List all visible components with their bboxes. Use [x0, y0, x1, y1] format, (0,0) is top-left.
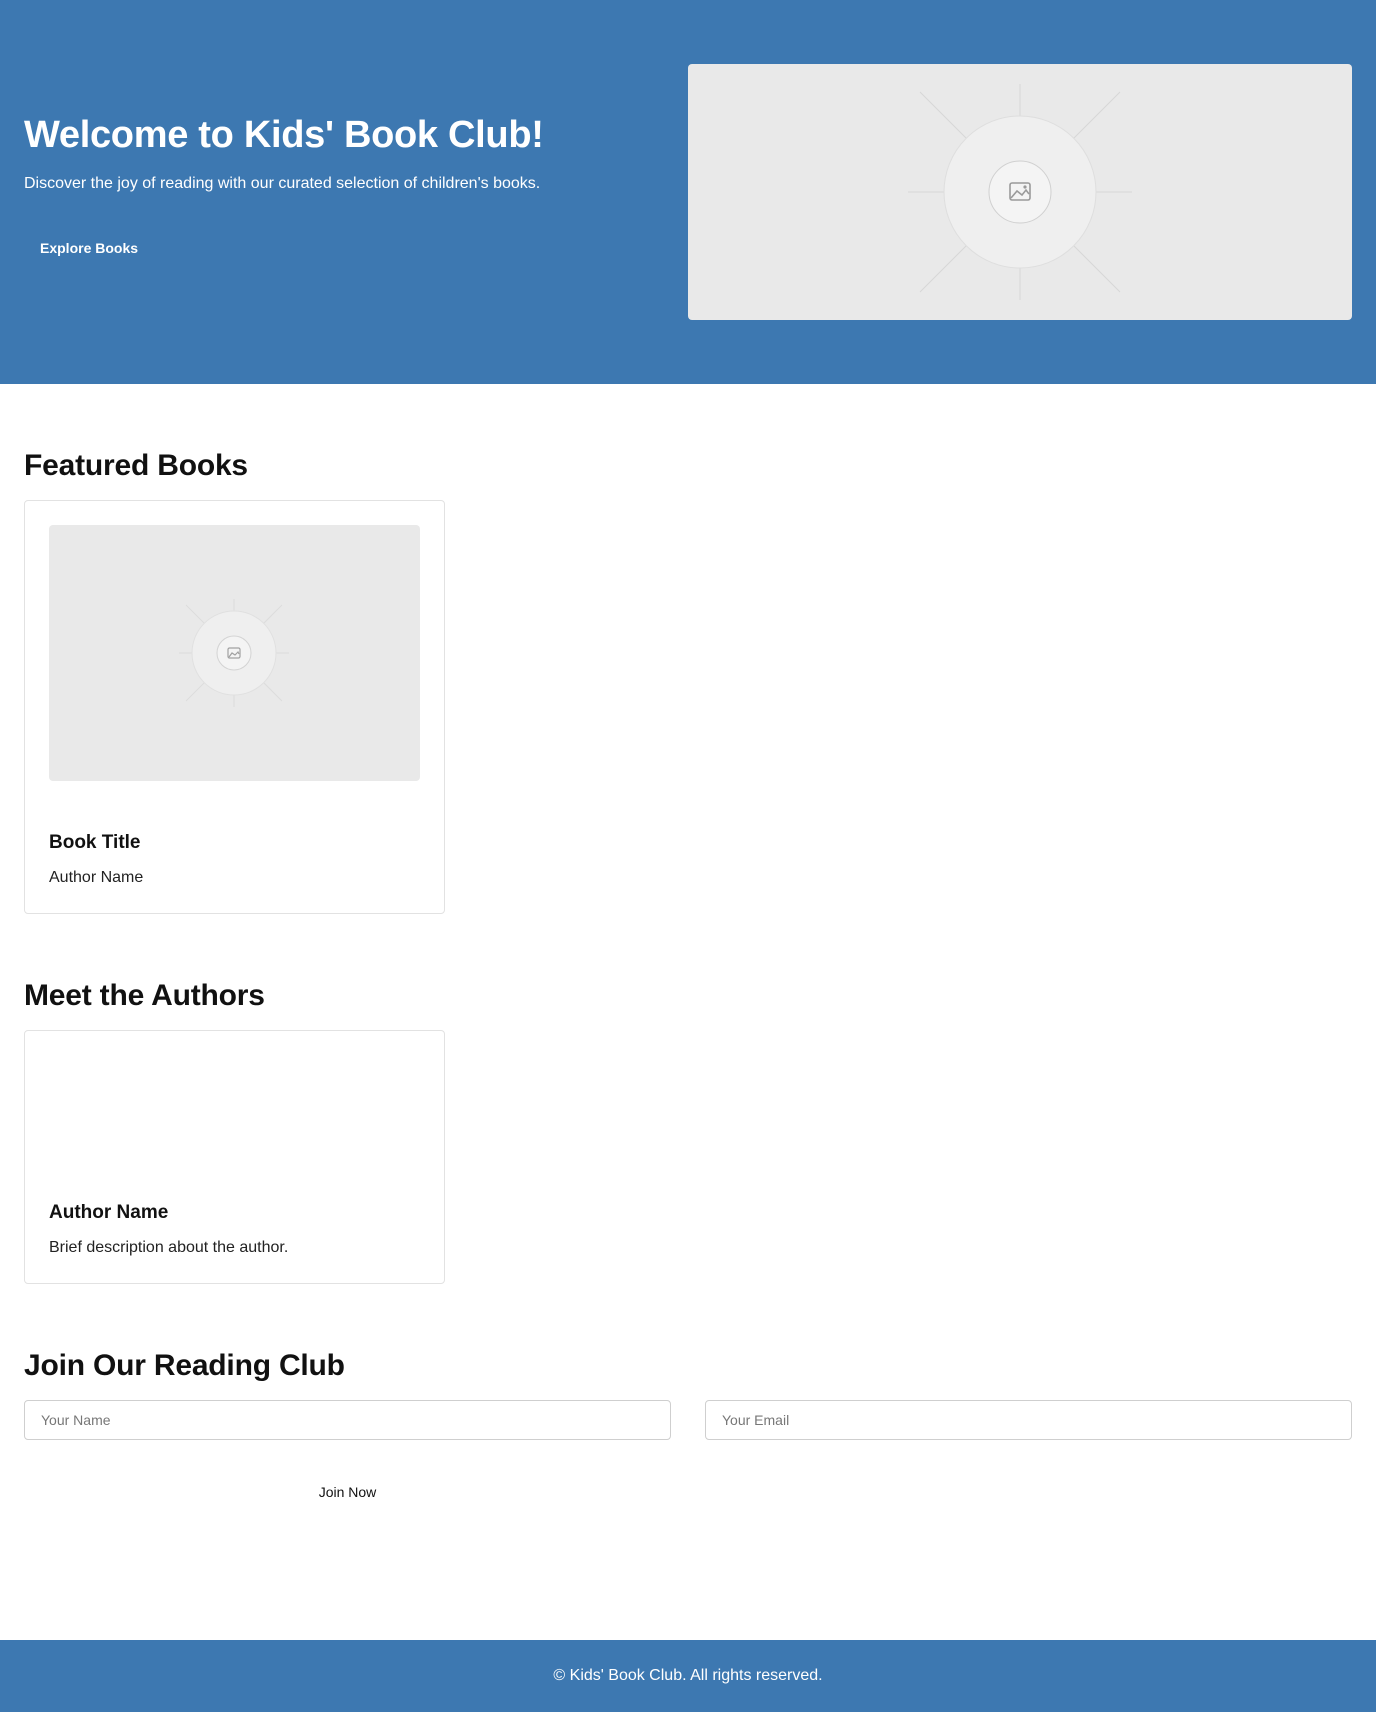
hero-image [688, 64, 1352, 320]
book-card[interactable]: Book Title Author Name [24, 500, 445, 914]
footer: © Kids' Book Club. All rights reserved. [0, 1640, 1376, 1712]
meet-authors-heading: Meet the Authors [24, 979, 265, 1012]
hero-title: Welcome to Kids' Book Club! [24, 114, 544, 156]
join-now-button[interactable]: Join Now [24, 1476, 671, 1508]
image-placeholder-icon [908, 84, 1132, 300]
author-description: Brief description about the author. [49, 1239, 289, 1256]
explore-books-button[interactable]: Explore Books [24, 232, 154, 264]
join-club-heading: Join Our Reading Club [24, 1349, 345, 1382]
image-placeholder-icon [179, 599, 289, 707]
hero-subtitle: Discover the joy of reading with our cur… [24, 175, 541, 192]
featured-books-heading: Featured Books [24, 449, 248, 482]
footer-copyright: © Kids' Book Club. All rights reserved. [553, 1667, 823, 1684]
hero-section: Welcome to Kids' Book Club! Discover the… [0, 0, 1376, 384]
author-card[interactable]: Author Name Brief description about the … [24, 1030, 445, 1284]
email-input[interactable] [705, 1400, 1352, 1440]
page: Welcome to Kids' Book Club! Discover the… [0, 0, 1376, 1712]
author-name: Author Name [49, 1202, 169, 1223]
book-title: Book Title [49, 832, 141, 853]
book-cover-image [49, 525, 420, 781]
name-input[interactable] [24, 1400, 671, 1440]
author-photo [49, 1055, 420, 1195]
book-author: Author Name [49, 869, 144, 886]
